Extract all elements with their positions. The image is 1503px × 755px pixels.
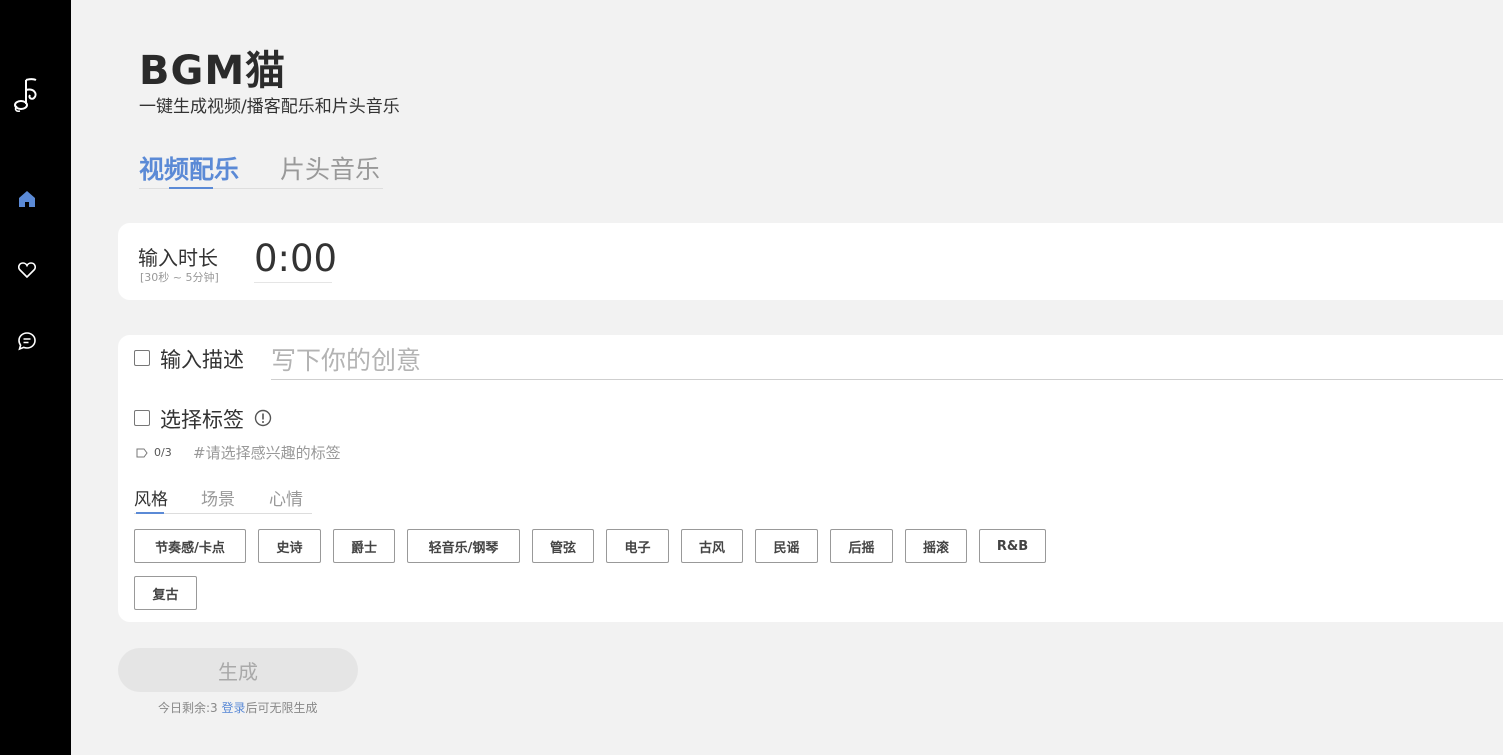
tag-chip-ancient[interactable]: 古风 bbox=[681, 529, 743, 563]
active-tab-indicator bbox=[169, 187, 213, 189]
tag-chip-folk[interactable]: 民谣 bbox=[755, 529, 818, 563]
tag-chip-epic[interactable]: 史诗 bbox=[258, 529, 321, 563]
generate-button[interactable]: 生成 bbox=[118, 648, 358, 692]
main-content: BGM猫 一键生成视频/播客配乐和片头音乐 视频配乐 片头音乐 输入时长 [30… bbox=[71, 0, 1503, 755]
tag-count: 0/3 bbox=[154, 446, 172, 459]
tag-chip-orchestral[interactable]: 管弦 bbox=[532, 529, 594, 563]
tag-chip-rock[interactable]: 摇滚 bbox=[905, 529, 967, 563]
tags-label: 选择标签 bbox=[160, 408, 244, 432]
tab-intro-music[interactable]: 片头音乐 bbox=[280, 150, 380, 186]
duration-label: 输入时长 bbox=[138, 246, 218, 270]
tag-chip-rnb[interactable]: R&B bbox=[979, 529, 1046, 563]
remaining-count-text: 今日剩余:3 bbox=[158, 701, 222, 715]
options-card: 输入描述 选择标签 0/3 #请选择感兴趣的标签 风格 场景 心情 节奏感/卡点… bbox=[118, 335, 1503, 622]
tab-style[interactable]: 风格 bbox=[134, 485, 168, 510]
tag-chip-retro[interactable]: 复古 bbox=[134, 576, 197, 610]
unlimited-text: 后可无限生成 bbox=[245, 701, 318, 715]
duration-input[interactable]: 0:00 bbox=[254, 237, 337, 283]
heart-icon[interactable] bbox=[17, 260, 37, 280]
tag-chip-rhythm[interactable]: 节奏感/卡点 bbox=[134, 529, 246, 563]
tab-mood[interactable]: 心情 bbox=[269, 485, 303, 510]
tab-scene[interactable]: 场景 bbox=[201, 485, 235, 510]
sidebar bbox=[0, 0, 71, 755]
duration-card: 输入时长 [30秒 ~ 5分钟] 0:00 bbox=[118, 223, 1503, 300]
tags-checkbox[interactable] bbox=[134, 410, 150, 426]
app-title: BGM猫 bbox=[139, 48, 287, 94]
home-icon[interactable] bbox=[17, 189, 37, 209]
login-link[interactable]: 登录 bbox=[222, 701, 246, 715]
duration-hint: [30秒 ~ 5分钟] bbox=[140, 271, 219, 284]
tag-chip-jazz[interactable]: 爵士 bbox=[333, 529, 395, 563]
tag-icon bbox=[136, 448, 148, 458]
description-checkbox[interactable] bbox=[134, 350, 150, 366]
tag-chip-post-rock[interactable]: 后摇 bbox=[830, 529, 893, 563]
active-subtab-indicator bbox=[136, 512, 164, 514]
generate-note: 今日剩余:3 登录后可无限生成 bbox=[158, 699, 318, 716]
app-subtitle: 一键生成视频/播客配乐和片头音乐 bbox=[139, 97, 400, 117]
tab-video-bgm[interactable]: 视频配乐 bbox=[139, 150, 239, 186]
description-label: 输入描述 bbox=[160, 348, 244, 372]
info-icon[interactable] bbox=[254, 409, 272, 427]
tag-chip-light-piano[interactable]: 轻音乐/钢琴 bbox=[407, 529, 520, 563]
tag-chip-electronic[interactable]: 电子 bbox=[606, 529, 669, 563]
description-input[interactable] bbox=[271, 341, 1503, 380]
mode-tabs: 视频配乐 片头音乐 bbox=[139, 150, 383, 189]
tag-hint: #请选择感兴趣的标签 bbox=[193, 444, 341, 462]
music-note-logo-icon[interactable] bbox=[12, 76, 42, 114]
tag-category-tabs: 风格 场景 心情 bbox=[134, 485, 312, 514]
chat-icon[interactable] bbox=[17, 331, 37, 351]
